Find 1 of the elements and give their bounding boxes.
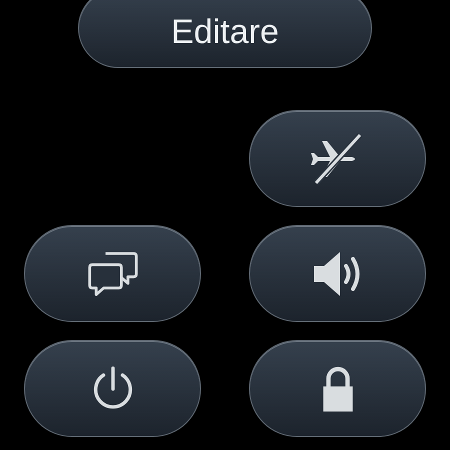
edit-button[interactable]: Editare [78,0,372,68]
